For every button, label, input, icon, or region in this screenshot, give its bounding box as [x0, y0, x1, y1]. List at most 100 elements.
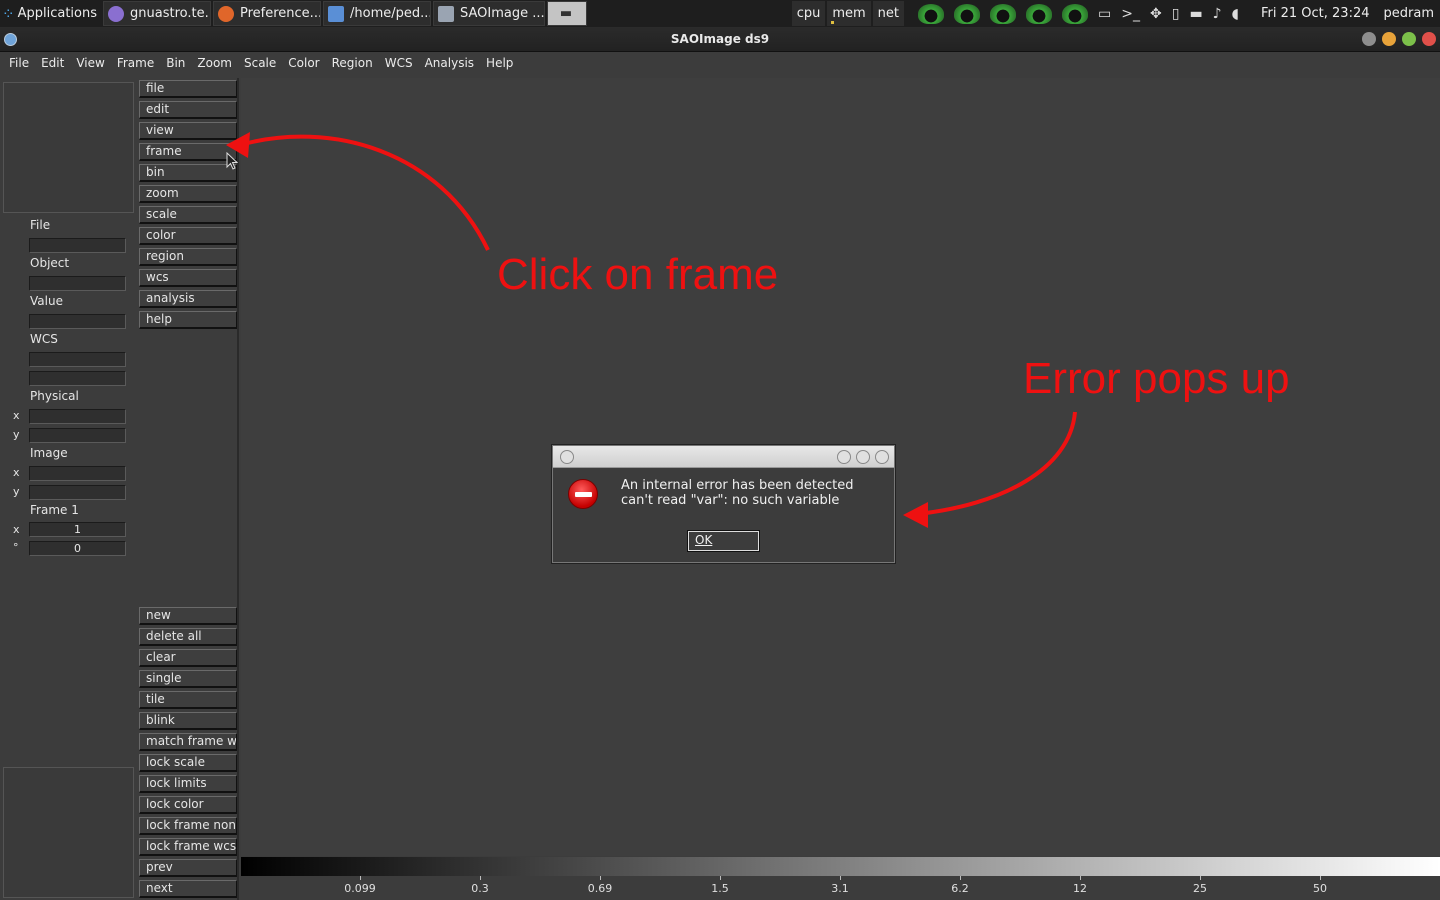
image-x-letter: x	[13, 466, 20, 479]
button-analysis[interactable]: analysis	[139, 290, 237, 308]
ok-button[interactable]: OK	[687, 530, 760, 552]
task-saoimage[interactable]: SAOImage ...	[433, 1, 545, 26]
button-edit[interactable]: edit	[139, 101, 237, 119]
button-prev[interactable]: prev	[139, 859, 237, 877]
dialog-close-button[interactable]	[875, 450, 889, 464]
gauge-icon[interactable]	[954, 3, 981, 24]
button-lock-color[interactable]: lock color	[139, 796, 237, 814]
wcs-label: WCS	[30, 332, 58, 346]
clipboard-icon[interactable]: ▯	[1172, 6, 1180, 22]
button-region[interactable]: region	[139, 248, 237, 266]
menubar: File Edit View Frame Bin Zoom Scale Colo…	[0, 52, 1440, 74]
colorbar[interactable]	[241, 857, 1440, 876]
clock[interactable]: Fri 21 Oct, 23:24	[1261, 6, 1370, 21]
menu-file[interactable]: File	[3, 56, 35, 70]
button-match-frame-wcs[interactable]: match frame wc	[139, 733, 237, 751]
dialog-shade-button[interactable]	[837, 450, 851, 464]
drive-icon[interactable]: ▬	[1189, 6, 1202, 22]
button-color[interactable]: color	[139, 227, 237, 245]
display-icon[interactable]: ▭	[1098, 6, 1111, 22]
mouse-cursor-icon	[226, 152, 238, 170]
task-label: gnuastro.te...	[130, 6, 211, 21]
colorbar-tick-mark	[1200, 876, 1201, 880]
dialog-minimize-button[interactable]	[856, 450, 870, 464]
gauge-icon[interactable]	[918, 3, 945, 24]
dialog-menu-icon[interactable]	[560, 450, 574, 464]
button-clear[interactable]: clear	[139, 649, 237, 667]
button-lock-scale[interactable]: lock scale	[139, 754, 237, 772]
button-help[interactable]: help	[139, 311, 237, 329]
task-gnuastro[interactable]: gnuastro.te...	[103, 1, 211, 26]
physical-y-letter: y	[13, 428, 20, 441]
image-y-field	[29, 485, 126, 500]
menu-analysis[interactable]: Analysis	[419, 56, 480, 70]
gauge-icon[interactable]	[990, 3, 1017, 24]
magnifier-view	[3, 767, 134, 898]
menu-region[interactable]: Region	[326, 56, 379, 70]
task-file-manager[interactable]: /home/ped...	[323, 1, 431, 26]
button-lock-frame-wcs[interactable]: lock frame wcs	[139, 838, 237, 856]
button-lock-limits[interactable]: lock limits	[139, 775, 237, 793]
menu-edit[interactable]: Edit	[35, 56, 70, 70]
button-frame[interactable]: frame	[139, 143, 237, 161]
panner-view[interactable]	[3, 82, 134, 213]
image-x-field	[29, 466, 126, 481]
button-next[interactable]: next	[139, 880, 237, 898]
net-monitor[interactable]: net	[872, 1, 905, 26]
button-new[interactable]: new	[139, 607, 237, 625]
dialog-titlebar[interactable]	[553, 446, 894, 468]
colorbar-tick-label: 50	[1313, 882, 1327, 895]
button-view[interactable]: view	[139, 122, 237, 140]
net-label: net	[877, 6, 900, 21]
menu-help[interactable]: Help	[480, 56, 519, 70]
user-menu[interactable]: pedram	[1384, 6, 1434, 21]
task-label: Preference...	[240, 6, 321, 21]
gauge-icon[interactable]	[1062, 3, 1089, 24]
terminal-icon[interactable]: >_	[1121, 6, 1140, 22]
menu-bin[interactable]: Bin	[160, 56, 191, 70]
cpu-monitor[interactable]: cpu	[791, 1, 826, 26]
button-delete-all[interactable]: delete all	[139, 628, 237, 646]
physical-label: Physical	[30, 389, 79, 403]
button-lock-frame-none[interactable]: lock frame none	[139, 817, 237, 835]
firefox-icon	[218, 5, 234, 22]
button-bin[interactable]: bin	[139, 164, 237, 182]
button-blink[interactable]: blink	[139, 712, 237, 730]
menu-wcs[interactable]: WCS	[379, 56, 419, 70]
menu-zoom[interactable]: Zoom	[191, 56, 238, 70]
maximize-button[interactable]	[1402, 32, 1416, 46]
wcs-field-1	[29, 352, 126, 367]
window-menu-icon[interactable]	[4, 33, 17, 46]
colorbar-tick-label: 6.2	[951, 882, 969, 895]
dropbox-icon[interactable]: ✥	[1150, 6, 1162, 22]
menu-color[interactable]: Color	[282, 56, 325, 70]
menu-frame[interactable]: Frame	[111, 56, 160, 70]
colorbar-tick-label: 3.1	[831, 882, 849, 895]
menu-scale[interactable]: Scale	[238, 56, 282, 70]
colorbar-tick-label: 25	[1193, 882, 1207, 895]
button-file[interactable]: file	[139, 80, 237, 98]
minimize-button[interactable]	[1382, 32, 1396, 46]
button-zoom[interactable]: zoom	[139, 185, 237, 203]
button-wcs[interactable]: wcs	[139, 269, 237, 287]
colorbar-tick-mark	[1320, 876, 1321, 880]
task-firefox-preferences[interactable]: Preference...	[213, 1, 321, 26]
close-button[interactable]	[1422, 32, 1436, 46]
button-single[interactable]: single	[139, 670, 237, 688]
button-scale[interactable]: scale	[139, 206, 237, 224]
menu-view[interactable]: View	[70, 56, 110, 70]
mem-monitor[interactable]: mem	[827, 1, 871, 26]
applications-menu[interactable]: ⁘ Applications	[0, 0, 101, 27]
colorbar-tick-mark	[600, 876, 601, 880]
gauge-icon[interactable]	[1026, 3, 1053, 24]
image-label: Image	[30, 446, 68, 460]
volume-icon[interactable]: ◖	[1232, 6, 1239, 22]
colorbar-tick-label: 12	[1073, 882, 1087, 895]
colorbar-tick-label: 0.3	[471, 882, 489, 895]
button-tile[interactable]: tile	[139, 691, 237, 709]
shade-button[interactable]	[1362, 32, 1376, 46]
task-dialog[interactable]: ▬	[547, 1, 587, 26]
notification-bell-icon[interactable]: ♪	[1213, 6, 1222, 22]
value-label: Value	[30, 294, 63, 308]
window-titlebar[interactable]: SAOImage ds9	[0, 27, 1440, 52]
